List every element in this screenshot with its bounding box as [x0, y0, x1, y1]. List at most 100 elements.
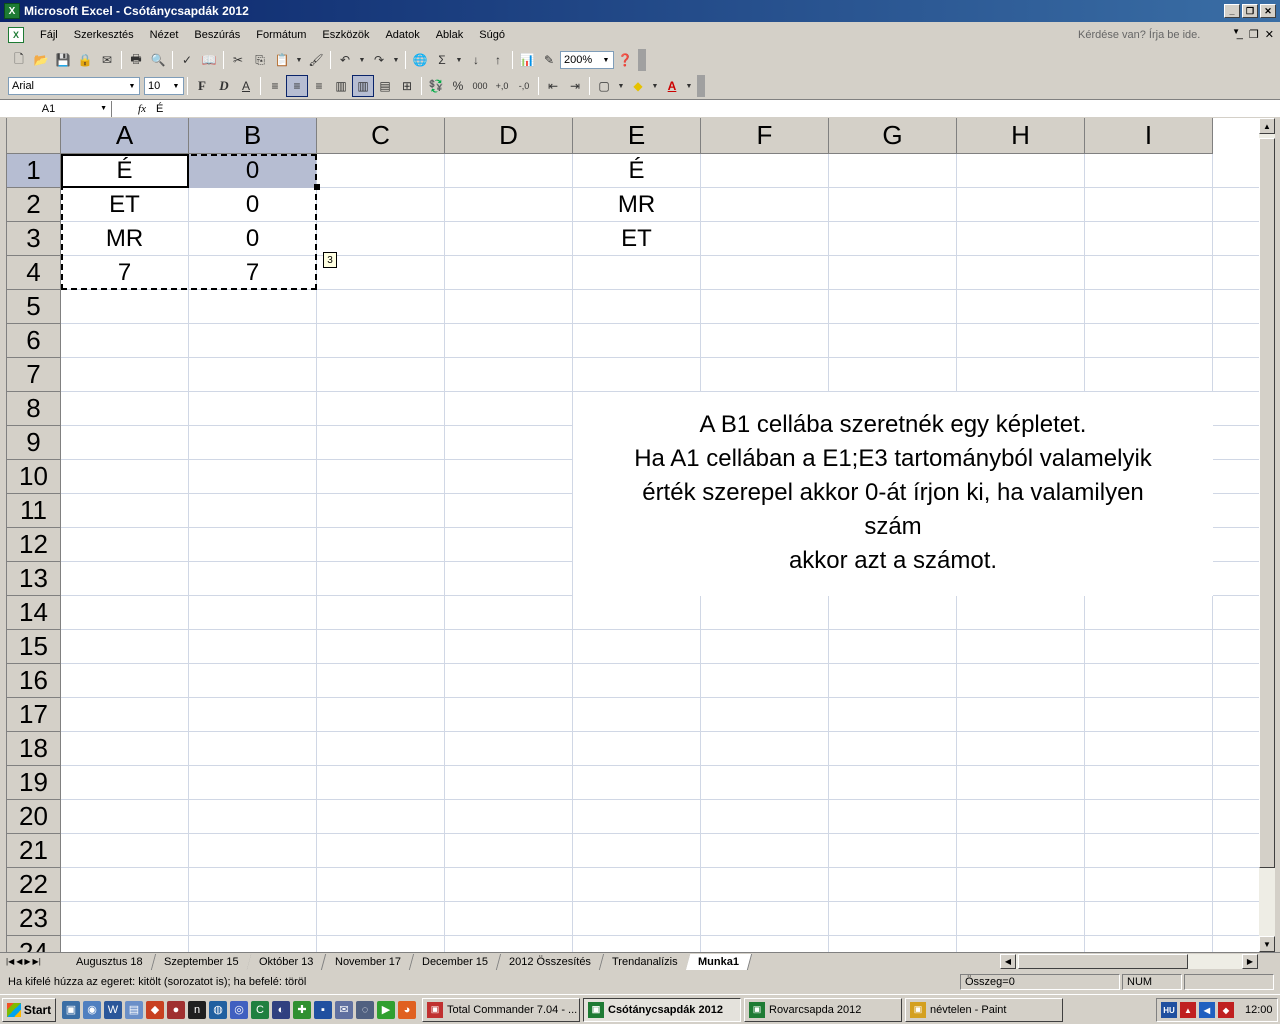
sheet-tab-6[interactable]: Trendanalízis — [599, 953, 691, 970]
permission-icon[interactable]: 🔒 — [74, 49, 96, 71]
menu-item-0[interactable]: Fájl — [32, 27, 66, 43]
hyperlink-icon[interactable]: 🌐 — [409, 49, 431, 71]
horizontal-scroll-thumb[interactable] — [1018, 954, 1188, 969]
increase-indent-icon[interactable]: ⇥ — [564, 75, 586, 97]
vertical-text-icon[interactable]: ▤ — [374, 75, 396, 97]
app-icon[interactable]: ◆ — [146, 1000, 164, 1019]
new-icon[interactable]: 🗋 — [8, 49, 30, 71]
menu-item-1[interactable]: Szerkesztés — [66, 27, 142, 43]
formula-input[interactable]: É — [152, 103, 163, 115]
row-header-17[interactable]: 17 — [7, 698, 61, 732]
taskbar-item-2[interactable]: ▣ Rovarcsapda 2012 — [744, 997, 902, 1022]
last-sheet-icon[interactable]: ▶| — [33, 957, 41, 966]
chevron-down-icon[interactable]: ▼ — [600, 53, 612, 67]
scroll-right-button[interactable]: ▶ — [1242, 954, 1258, 969]
worksheet-grid[interactable]: A B C D E F G H I 1 2 3 4 5 6 7 8 9 10 11 12 13 14 15 16 17 18 19 20… — [6, 118, 1259, 952]
puzzle-icon[interactable]: ✚ — [293, 1000, 311, 1019]
language-indicator[interactable]: HU — [1161, 1002, 1177, 1018]
desktop-icon[interactable]: ▣ — [62, 1000, 80, 1019]
drawing-icon[interactable]: ✎ — [538, 49, 560, 71]
prev-sheet-icon[interactable]: ◀ — [16, 957, 22, 966]
select-all-button[interactable] — [7, 118, 61, 154]
column-header-g[interactable]: G — [829, 118, 957, 154]
chevron-down-icon[interactable]: ▼ — [683, 75, 695, 97]
redo-icon[interactable]: ↷ — [368, 49, 390, 71]
chevron-down-icon[interactable]: ▼ — [615, 75, 627, 97]
network-icon[interactable]: ◌ — [356, 1000, 374, 1019]
globe-icon[interactable]: ◍ — [209, 1000, 227, 1019]
increase-decimal-icon[interactable]: +,0 — [491, 75, 513, 97]
cell-b3[interactable]: 0 — [189, 222, 316, 256]
sheet-tab-7[interactable]: Munka1 — [686, 953, 753, 970]
cell-a1[interactable]: É — [61, 154, 188, 188]
sheet-tab-3[interactable]: November 17 — [322, 953, 414, 970]
row-header-15[interactable]: 15 — [7, 630, 61, 664]
next-sheet-icon[interactable]: ▶ — [24, 957, 30, 966]
row-header-2[interactable]: 2 — [7, 188, 61, 222]
bold-button[interactable]: F — [191, 75, 213, 97]
merge-center-icon[interactable]: ⊞ — [396, 75, 418, 97]
minimize-button[interactable]: _ — [1224, 4, 1240, 18]
justify-icon[interactable]: ▥ — [330, 75, 352, 97]
align-left-icon[interactable]: ≡ — [264, 75, 286, 97]
menu-item-5[interactable]: Eszközök — [314, 27, 377, 43]
spelling-icon[interactable]: ✓ — [176, 49, 198, 71]
print-icon[interactable]: 🖶 — [125, 49, 147, 71]
row-header-23[interactable]: 23 — [7, 902, 61, 936]
scroll-left-button[interactable]: ◀ — [1000, 954, 1016, 969]
cell-e1[interactable]: É — [573, 154, 700, 188]
row-header-16[interactable]: 16 — [7, 664, 61, 698]
align-right-icon[interactable]: ≡ — [308, 75, 330, 97]
close-button[interactable]: ✕ — [1260, 4, 1276, 18]
taskbar-item-0[interactable]: ▣ Total Commander 7.04 - ... — [422, 997, 580, 1022]
fill-handle[interactable] — [314, 184, 320, 190]
row-header-3[interactable]: 3 — [7, 222, 61, 256]
font-size-combo[interactable]: 10 ▼ — [144, 77, 184, 95]
undo-icon[interactable]: ↶ — [334, 49, 356, 71]
refresh-icon[interactable]: C — [251, 1000, 269, 1019]
autosum-icon[interactable]: Σ — [431, 49, 453, 71]
terminal-icon[interactable]: n — [188, 1000, 206, 1019]
chevron-down-icon[interactable]: ▼ — [293, 49, 305, 71]
column-header-a[interactable]: A — [61, 118, 189, 154]
save-icon[interactable]: ▪ — [314, 1000, 332, 1019]
column-header-h[interactable]: H — [957, 118, 1085, 154]
column-header-e[interactable]: E — [573, 118, 701, 154]
cell-e2[interactable]: MR — [573, 188, 700, 222]
research-icon[interactable]: 📖 — [198, 49, 220, 71]
row-header-11[interactable]: 11 — [7, 494, 61, 528]
underline-button[interactable]: A — [235, 75, 257, 97]
workbook-icon[interactable]: X — [8, 27, 24, 43]
distributed-icon[interactable]: ▥ — [352, 75, 374, 97]
sheet-tab-0[interactable]: Augusztus 18 — [63, 953, 156, 970]
row-header-9[interactable]: 9 — [7, 426, 61, 460]
thousands-separator-button[interactable]: 000 — [469, 75, 491, 97]
chart-wizard-icon[interactable]: 📊 — [516, 49, 538, 71]
chevron-down-icon[interactable]: ▼ — [390, 49, 402, 71]
acrobat-icon[interactable]: ◆ — [1218, 1002, 1234, 1018]
chevron-down-icon[interactable]: ▼ — [100, 105, 107, 112]
sheet-tab-1[interactable]: Szeptember 15 — [151, 953, 252, 970]
fill-color-icon[interactable]: ◆ — [627, 75, 649, 97]
menu-item-4[interactable]: Formátum — [248, 27, 314, 43]
row-header-19[interactable]: 19 — [7, 766, 61, 800]
cell-a2[interactable]: ET — [61, 188, 188, 222]
restore-button[interactable]: ❐ — [1242, 4, 1258, 18]
email-icon[interactable]: ✉ — [96, 49, 118, 71]
cell-a3[interactable]: MR — [61, 222, 188, 256]
percent-button[interactable]: % — [447, 75, 469, 97]
chevron-down-icon[interactable]: ▼ — [649, 75, 661, 97]
open-icon[interactable]: 📂 — [30, 49, 52, 71]
decrease-decimal-icon[interactable]: -,0 — [513, 75, 535, 97]
toolbar-options-handle[interactable] — [697, 75, 705, 97]
align-center-icon[interactable]: ≡ — [286, 75, 308, 97]
menu-item-3[interactable]: Beszúrás — [186, 27, 248, 43]
firefox-icon[interactable]: ◕ — [398, 1000, 416, 1019]
row-header-5[interactable]: 5 — [7, 290, 61, 324]
horizontal-scrollbar[interactable]: ◀ ▶ — [1000, 954, 1258, 969]
row-header-21[interactable]: 21 — [7, 834, 61, 868]
paste-icon[interactable]: 📋 — [271, 49, 293, 71]
antivirus-icon[interactable]: ▲ — [1180, 1002, 1196, 1018]
menu-item-2[interactable]: Nézet — [142, 27, 187, 43]
sheet-tab-5[interactable]: 2012 Összesítés — [496, 953, 604, 970]
